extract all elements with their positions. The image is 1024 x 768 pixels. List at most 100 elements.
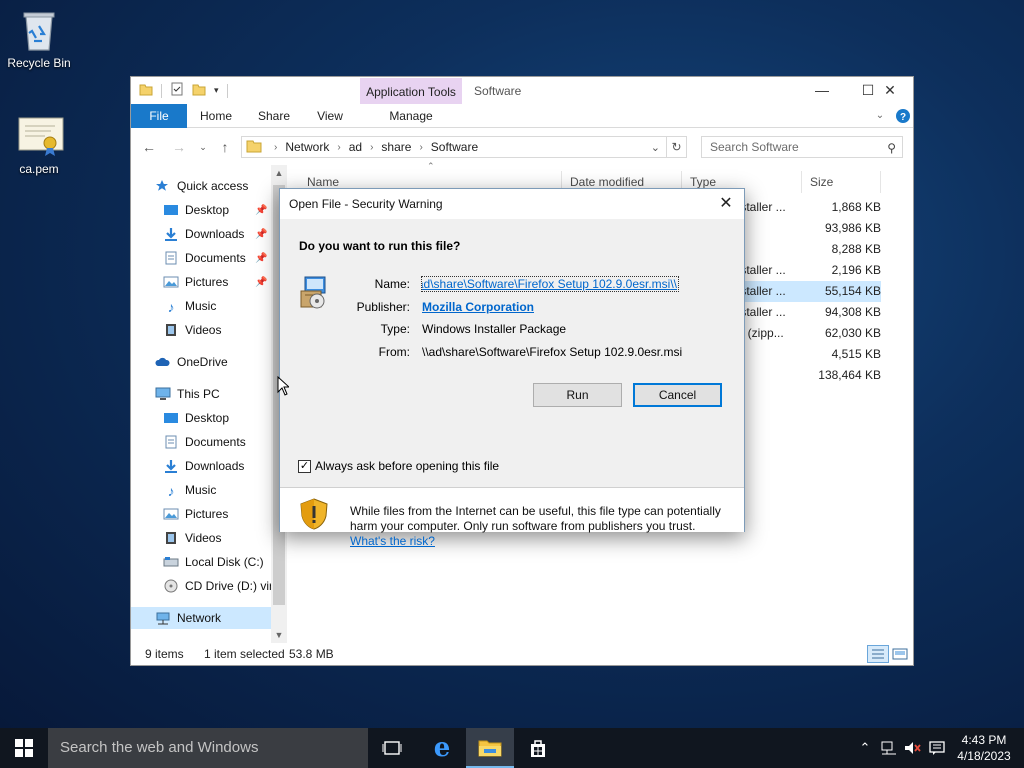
- breadcrumb-share[interactable]: share: [381, 140, 411, 154]
- row-size: 94,308 KB: [824, 305, 881, 319]
- taskbar: Search the web and Windows e ⌃ 4:43 PM 4…: [0, 728, 1024, 768]
- scroll-up-icon[interactable]: ▲: [271, 168, 287, 178]
- table-row[interactable]: installer ... 2,196 KB: [731, 260, 881, 281]
- help-icon[interactable]: ?: [895, 104, 911, 128]
- large-icons-view-icon[interactable]: [891, 646, 909, 662]
- task-view-button[interactable]: [368, 728, 416, 768]
- desktop-icon-label: Recycle Bin: [7, 56, 71, 70]
- nav-pc-pictures[interactable]: Pictures: [163, 503, 228, 525]
- nav-label: Downloads: [185, 459, 245, 473]
- nav-label: Desktop: [185, 411, 230, 425]
- tab-view[interactable]: View: [305, 104, 355, 128]
- nav-pc-music[interactable]: ♪ Music: [163, 479, 217, 501]
- nav-quick-access[interactable]: Quick access: [155, 175, 248, 197]
- up-arrow-icon[interactable]: ↑: [215, 137, 235, 157]
- customize-quick-access-icon[interactable]: ▾: [214, 85, 219, 96]
- publisher-link[interactable]: Mozilla Corporation: [422, 300, 534, 314]
- run-button[interactable]: Run: [533, 383, 622, 407]
- table-row[interactable]: 138,464 KB: [731, 365, 881, 386]
- row-size: 93,986 KB: [824, 221, 881, 235]
- tab-file[interactable]: File: [131, 104, 187, 128]
- desktop-icon-recycle-bin[interactable]: Recycle Bin: [1, 8, 77, 70]
- nav-pc-documents[interactable]: Documents: [163, 431, 246, 453]
- dialog-close-button[interactable]: ✕: [714, 193, 738, 215]
- nav-label: Desktop: [185, 203, 230, 217]
- whats-the-risk-link[interactable]: What's the risk?: [350, 534, 435, 548]
- scroll-down-icon[interactable]: ▼: [271, 630, 287, 640]
- show-hidden-icons-chevron-icon[interactable]: ⌃: [856, 728, 874, 768]
- details-view-icon[interactable]: [867, 645, 889, 663]
- breadcrumb-network[interactable]: Network: [285, 140, 329, 154]
- table-row-selected[interactable]: installer ... 55,154 KB: [731, 281, 881, 302]
- breadcrumb-software[interactable]: Software: [431, 140, 478, 154]
- network-tray-icon[interactable]: [878, 728, 900, 768]
- nav-pc-videos[interactable]: Videos: [163, 527, 221, 549]
- minimize-button[interactable]: —: [799, 77, 845, 103]
- cd-drive-icon: [163, 579, 179, 593]
- nav-onedrive[interactable]: OneDrive: [155, 351, 228, 373]
- breadcrumb-ad[interactable]: ad: [349, 140, 362, 154]
- table-row[interactable]: n4,515 KB: [731, 344, 881, 365]
- store-button[interactable]: [514, 728, 562, 768]
- nav-network[interactable]: Network: [131, 607, 271, 629]
- tab-share[interactable]: Share: [249, 104, 299, 128]
- certificate-icon: [17, 114, 64, 158]
- file-explorer-button[interactable]: [466, 728, 514, 768]
- address-bar[interactable]: › Network › ad › share › Software ⌄ ↻: [241, 136, 687, 158]
- nav-label: Documents: [185, 435, 246, 449]
- back-arrow-icon[interactable]: ←: [139, 137, 159, 157]
- edge-browser-button[interactable]: e: [418, 728, 466, 768]
- forward-arrow-icon[interactable]: →: [169, 137, 189, 157]
- close-button[interactable]: ✕: [867, 77, 913, 103]
- status-bar: 9 items 1 item selected 53.8 MB: [131, 643, 913, 665]
- new-folder-icon[interactable]: [192, 82, 206, 99]
- nav-pc-downloads[interactable]: Downloads: [163, 455, 244, 477]
- recent-locations-icon[interactable]: ⌄: [193, 137, 213, 157]
- download-arrow-icon: [163, 227, 179, 241]
- table-row[interactable]: installer ... 1,868 KB: [731, 197, 881, 218]
- nav-pc-cd-drive[interactable]: CD Drive (D:) virt: [163, 575, 276, 597]
- nav-quick-documents[interactable]: Documents: [163, 247, 246, 269]
- nav-quick-downloads[interactable]: Downloads: [163, 223, 244, 245]
- pictures-icon: [163, 275, 179, 289]
- refresh-icon[interactable]: ↻: [666, 137, 686, 157]
- action-center-icon[interactable]: [926, 728, 948, 768]
- nav-label: Downloads: [185, 227, 245, 241]
- dialog-title: Open File - Security Warning: [289, 197, 443, 211]
- always-ask-checkbox[interactable]: ✓ Always ask before opening this file: [298, 459, 499, 473]
- expand-ribbon-icon[interactable]: ⌄: [871, 104, 889, 128]
- taskbar-search-input[interactable]: Search the web and Windows: [48, 728, 368, 768]
- search-input[interactable]: Search Software ⚲: [701, 136, 903, 158]
- table-row[interactable]: ed (zipp... 62,030 KB: [731, 323, 881, 344]
- clock-date: 4/18/2023: [957, 749, 1011, 763]
- table-row[interactable]: installer ... 94,308 KB: [731, 302, 881, 323]
- system-clock[interactable]: 4:43 PM 4/18/2023: [952, 732, 1016, 764]
- nav-quick-desktop[interactable]: Desktop: [163, 199, 229, 221]
- nav-pc-desktop[interactable]: Desktop: [163, 407, 229, 429]
- nav-this-pc[interactable]: This PC: [155, 383, 220, 405]
- tab-home[interactable]: Home: [191, 104, 241, 128]
- warning-area: While files from the Internet can be use…: [280, 488, 744, 548]
- table-row[interactable]: n8,288 KB: [731, 239, 881, 260]
- address-dropdown-icon[interactable]: ⌄: [651, 141, 660, 154]
- type-value: Windows Installer Package: [422, 322, 567, 336]
- window-title: Software: [474, 84, 522, 98]
- tab-manage[interactable]: Manage: [360, 104, 462, 128]
- nav-pc-local-disk[interactable]: Local Disk (C:): [163, 551, 264, 573]
- column-header-size[interactable]: Size: [801, 171, 881, 193]
- nav-quick-music[interactable]: ♪ Music: [163, 295, 217, 317]
- volume-muted-icon[interactable]: [902, 728, 924, 768]
- publisher-label: Publisher:: [356, 300, 410, 314]
- file-name-link[interactable]: \\ad\share\Software\Firefox Setup 102.9.…: [421, 276, 679, 292]
- desktop-icon-ca-pem[interactable]: ca.pem: [1, 114, 77, 176]
- table-row[interactable]: n93,986 KB: [731, 218, 881, 239]
- toolbar-divider: [161, 83, 162, 98]
- cancel-button[interactable]: Cancel: [633, 383, 722, 407]
- breadcrumb-separator: ›: [370, 141, 374, 153]
- nav-quick-videos[interactable]: Videos: [163, 319, 221, 341]
- properties-icon[interactable]: [170, 82, 184, 99]
- checkbox-checked-icon[interactable]: ✓: [298, 459, 311, 473]
- from-label: From:: [378, 345, 410, 359]
- nav-quick-pictures[interactable]: Pictures: [163, 271, 228, 293]
- start-button[interactable]: [0, 728, 48, 768]
